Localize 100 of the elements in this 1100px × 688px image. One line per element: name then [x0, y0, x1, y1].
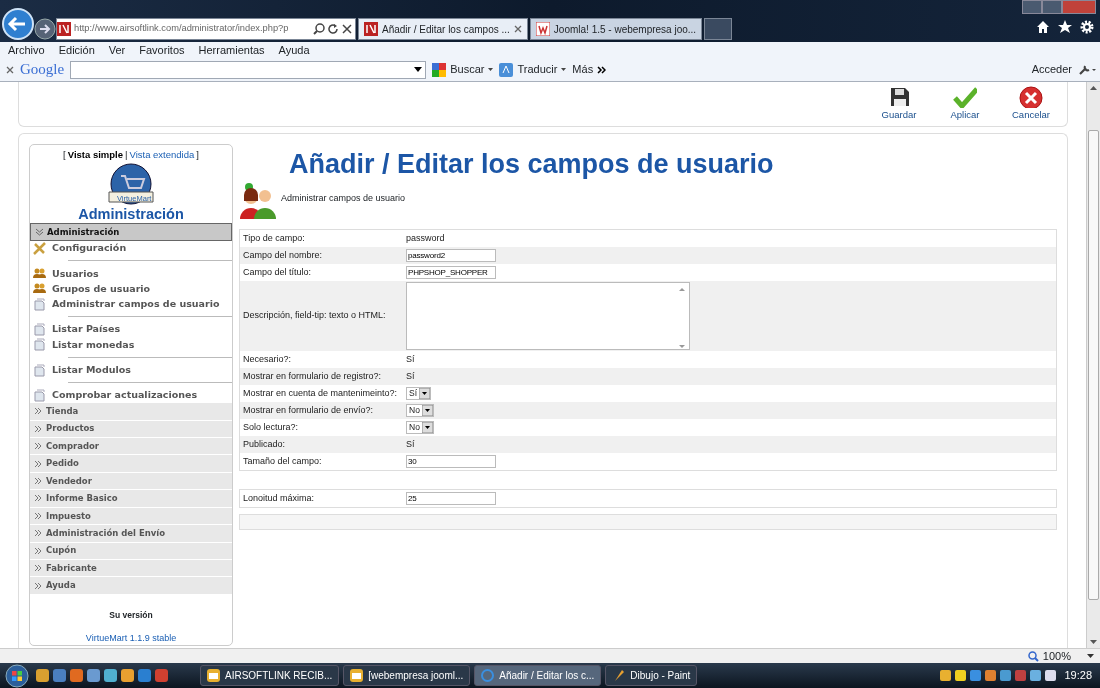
- quick-launch-icon[interactable]: [70, 669, 83, 682]
- new-tab-button[interactable]: [704, 18, 733, 40]
- menu-section[interactable]: Administración: [30, 223, 232, 241]
- chevron-icon: [34, 581, 43, 590]
- tray-icon[interactable]: [940, 670, 952, 681]
- menu-section[interactable]: Comprador: [30, 438, 232, 456]
- toolbar-button[interactable]: Cancelar: [1011, 86, 1051, 126]
- close-icon[interactable]: [6, 65, 14, 74]
- sidebar-item[interactable]: Configuración: [30, 240, 232, 256]
- taskbar-button[interactable]: [webempresa jooml...: [343, 665, 471, 686]
- quick-launch-icon[interactable]: [121, 669, 134, 682]
- field-label: Mostrar en cuenta de mantenimeinto?:: [243, 386, 399, 400]
- start-button[interactable]: [2, 663, 32, 688]
- input-field[interactable]: password2: [406, 249, 496, 262]
- sidebar-item[interactable]: Listar Países: [30, 321, 232, 338]
- view-link[interactable]: Vista simple: [67, 149, 123, 160]
- view-link[interactable]: Vista extendida: [129, 149, 195, 160]
- menu-section[interactable]: Administración del Envío: [30, 525, 232, 543]
- sidebar-item[interactable]: Comprobar actualizaciones: [30, 387, 232, 404]
- chevron-icon: [34, 459, 43, 468]
- menu-item[interactable]: Ver: [108, 41, 126, 59]
- brush-icon: [612, 669, 626, 682]
- chevron-icon: [34, 407, 43, 416]
- wrench-icon[interactable]: [1078, 63, 1096, 76]
- sidebar-title: Administración: [78, 206, 184, 224]
- taskbar-button[interactable]: Dibujo - Paint: [605, 665, 698, 686]
- translate-button[interactable]: Traducir: [499, 61, 567, 78]
- search-button[interactable]: Buscar: [432, 61, 494, 78]
- more-button[interactable]: Más: [572, 61, 607, 78]
- menu-section[interactable]: Tienda: [30, 403, 232, 421]
- zoom-control[interactable]: 100%: [1027, 647, 1094, 665]
- tray-icon[interactable]: [985, 670, 997, 681]
- taskbar-button[interactable]: Añadir / Editar los c...: [474, 665, 602, 686]
- forward-icon[interactable]: [34, 18, 56, 40]
- bracket-text: ]: [196, 149, 199, 160]
- home-icon[interactable]: [1036, 20, 1050, 34]
- zoom-icon: [1027, 650, 1039, 662]
- toolbar-button[interactable]: Guardar: [879, 86, 919, 126]
- sidebar-item[interactable]: Administrar campos de usuario: [30, 296, 232, 312]
- field-label: Tipo de campo:: [243, 231, 306, 245]
- close-icon[interactable]: [513, 25, 522, 33]
- field-value: Sí: [406, 369, 415, 383]
- menu-section[interactable]: Informe Basico: [30, 490, 232, 508]
- settings-icon[interactable]: [1080, 20, 1094, 34]
- sign-in-link[interactable]: Acceder: [1031, 61, 1072, 78]
- chevron-icon: [34, 529, 43, 538]
- menu-item[interactable]: Edición: [58, 41, 95, 59]
- back-icon[interactable]: [2, 8, 34, 40]
- sidebar-item[interactable]: Listar monedas: [30, 337, 232, 353]
- chevron-icon: [34, 442, 43, 451]
- menu-section[interactable]: Pedido: [30, 455, 232, 473]
- caret-icon: [414, 67, 423, 72]
- menu-item[interactable]: Ayuda: [278, 41, 310, 59]
- version-text: VirtueMart 1.1.9 stable: [84, 631, 178, 645]
- divider-text: |: [125, 149, 128, 160]
- search-icon[interactable]: [313, 23, 325, 35]
- site-icon: [57, 22, 71, 36]
- search-field[interactable]: [70, 60, 427, 79]
- menu-item[interactable]: Archivo: [8, 41, 45, 59]
- refresh-icon[interactable]: [328, 23, 339, 35]
- site-icon: [364, 22, 378, 36]
- tray-icon[interactable]: [1045, 670, 1057, 681]
- sidebar-item[interactable]: Listar Modulos: [30, 362, 232, 378]
- browser-tab[interactable]: Añadir / Editar los campos ...: [358, 18, 528, 40]
- sidebar-item[interactable]: Usuarios: [30, 266, 232, 282]
- menu-item[interactable]: Favoritos: [139, 41, 185, 59]
- field-label: Tamaño del campo:: [243, 454, 323, 468]
- quick-launch-icon[interactable]: [87, 669, 100, 682]
- tray-icon[interactable]: [1000, 670, 1012, 681]
- scroll-up-icon[interactable]: [1090, 86, 1097, 90]
- checkmark-icon: [953, 86, 977, 108]
- input-field[interactable]: 25: [406, 492, 496, 505]
- input-field[interactable]: 30: [406, 455, 496, 468]
- browser-tab[interactable]: Joomla! 1.5 - webempresa joo...: [529, 18, 703, 40]
- field-label: Publicado:: [243, 437, 287, 451]
- menu-section[interactable]: Ayuda: [30, 577, 232, 595]
- users-icon: [239, 183, 277, 219]
- dropdown[interactable]: Sí: [406, 387, 432, 400]
- scroll-down-icon[interactable]: [1090, 640, 1097, 644]
- clock[interactable]: 19:28: [1064, 667, 1092, 684]
- taskbar-button[interactable]: AIRSOFTLINK RECIB...: [200, 665, 340, 686]
- quick-launch-icon[interactable]: [36, 669, 49, 682]
- address-bar[interactable]: http://www.airsoftlink.com/administrator/index.php?p: [56, 18, 356, 40]
- star-icon[interactable]: [1058, 20, 1072, 34]
- page-icon: [33, 389, 46, 402]
- page-title: Añadir / Editar los campos de usuario: [289, 148, 775, 181]
- dropdown[interactable]: No: [406, 421, 434, 434]
- users-icon: [33, 267, 46, 281]
- input-field[interactable]: PHPSHOP_SHOPPER: [406, 266, 496, 279]
- quick-launch-icon[interactable]: [104, 669, 117, 682]
- caret-icon: [488, 68, 494, 71]
- toolbar-button[interactable]: Aplicar: [945, 86, 985, 126]
- scrollbar[interactable]: [1086, 82, 1100, 648]
- tray-icon[interactable]: [1030, 670, 1042, 681]
- menu-item[interactable]: Herramientas: [198, 41, 265, 59]
- tray-icon[interactable]: [955, 670, 967, 681]
- sidebar-item[interactable]: Grupos de usuario: [30, 281, 232, 297]
- dropdown[interactable]: No: [406, 404, 434, 417]
- field-label: Necesario?:: [243, 352, 293, 366]
- close-icon[interactable]: [342, 24, 352, 34]
